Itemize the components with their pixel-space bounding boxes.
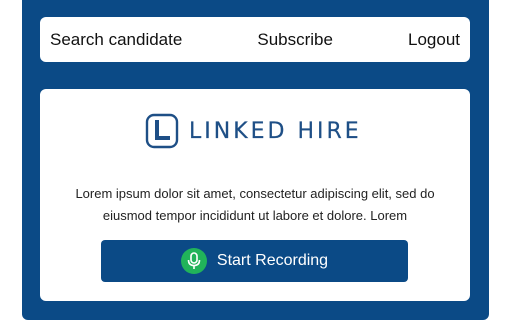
logout-link[interactable]: Logout (408, 30, 460, 50)
brand-logo: LINKED HIRE (145, 111, 362, 151)
top-navbar: Search candidate Subscribe Logout (40, 17, 470, 62)
microphone-icon (180, 248, 207, 274)
brand-name: LINKED HIRE (189, 118, 362, 144)
subscribe-link[interactable]: Subscribe (257, 30, 333, 50)
search-candidate-link[interactable]: Search candidate (50, 30, 182, 50)
description-text: Lorem ipsum dolor sit amet, consectetur … (75, 186, 435, 223)
start-recording-label: Start Recording (216, 252, 329, 269)
start-recording-button[interactable]: Start Recording (101, 240, 408, 282)
linked-hire-logo-icon (145, 113, 179, 149)
main-card: LINKED HIRE Lorem ipsum dolor sit amet, … (40, 89, 470, 301)
